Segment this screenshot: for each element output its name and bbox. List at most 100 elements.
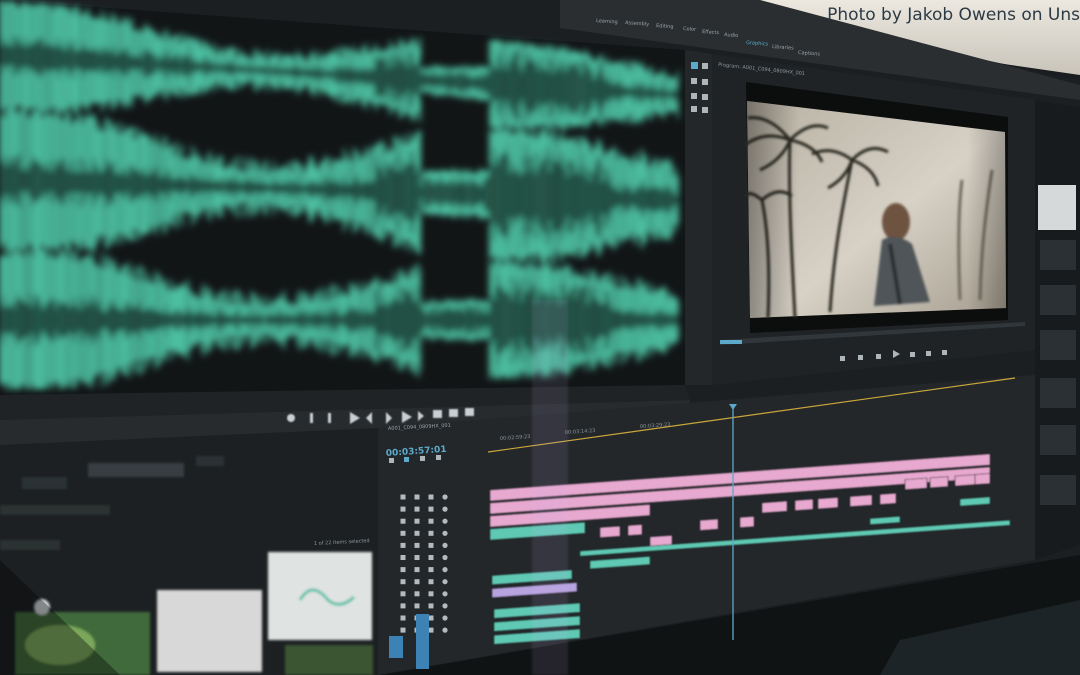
track-lock-icon[interactable] bbox=[400, 579, 406, 585]
track-lock-icon[interactable] bbox=[400, 627, 406, 633]
marker-icon[interactable] bbox=[287, 414, 295, 422]
track-sync-icon[interactable] bbox=[414, 603, 420, 609]
ripple-edit-icon[interactable] bbox=[691, 78, 697, 84]
mark-out-icon[interactable] bbox=[328, 413, 331, 423]
workspace-tab-label[interactable]: Audio bbox=[724, 32, 739, 39]
track-sync-icon[interactable] bbox=[414, 591, 420, 597]
bin-search-field[interactable] bbox=[0, 505, 110, 515]
track-output-icon[interactable] bbox=[428, 555, 434, 560]
track-mute-icon[interactable] bbox=[442, 494, 448, 500]
program-control-icon[interactable] bbox=[926, 351, 931, 356]
add-marker-icon[interactable] bbox=[420, 456, 425, 461]
track-sync-icon[interactable] bbox=[414, 567, 420, 573]
settings-icon[interactable] bbox=[436, 455, 441, 460]
track-mute-icon[interactable] bbox=[442, 627, 448, 633]
video-clip[interactable] bbox=[817, 497, 839, 510]
video-clip[interactable] bbox=[794, 498, 814, 511]
track-output-icon[interactable] bbox=[428, 542, 434, 548]
video-clip[interactable] bbox=[974, 473, 991, 485]
video-clip[interactable] bbox=[739, 516, 755, 528]
video-clip[interactable] bbox=[879, 492, 897, 505]
track-lock-icon[interactable] bbox=[400, 591, 406, 597]
panel-thumbnail[interactable] bbox=[1038, 185, 1076, 230]
panel-button[interactable] bbox=[1040, 240, 1076, 270]
track-output-icon[interactable] bbox=[428, 530, 434, 536]
razor-icon[interactable] bbox=[702, 79, 708, 85]
track-output-icon[interactable] bbox=[428, 506, 434, 512]
track-output-icon[interactable] bbox=[428, 494, 434, 500]
bin-tab[interactable] bbox=[22, 477, 67, 489]
video-clip[interactable] bbox=[699, 518, 719, 531]
track-output-icon[interactable] bbox=[428, 615, 434, 621]
pen-icon[interactable] bbox=[702, 94, 708, 100]
program-control-icon[interactable] bbox=[942, 350, 947, 355]
selection-tool-icon[interactable] bbox=[691, 62, 698, 69]
workspace-tab-label[interactable]: Color bbox=[683, 26, 697, 33]
track-mute-icon[interactable] bbox=[442, 530, 448, 536]
track-output-icon[interactable] bbox=[428, 567, 434, 573]
mark-in-icon[interactable] bbox=[310, 413, 313, 423]
track-output-icon[interactable] bbox=[428, 579, 434, 585]
clip-thumbnail[interactable] bbox=[157, 590, 262, 672]
track-sync-icon[interactable] bbox=[414, 506, 420, 512]
track-sync-icon[interactable] bbox=[414, 579, 420, 585]
panel-button[interactable] bbox=[1040, 330, 1076, 360]
overwrite-icon[interactable] bbox=[449, 409, 458, 417]
track-output-icon[interactable] bbox=[428, 518, 434, 524]
track-select-icon[interactable] bbox=[702, 63, 708, 69]
track-mute-icon[interactable] bbox=[442, 615, 448, 621]
track-lock-icon[interactable] bbox=[400, 555, 406, 560]
bin-tab-active[interactable] bbox=[88, 463, 184, 477]
program-control-icon[interactable] bbox=[910, 352, 915, 357]
track-lock-icon[interactable] bbox=[400, 530, 406, 536]
track-sync-icon[interactable] bbox=[414, 530, 420, 536]
track-mute-icon[interactable] bbox=[442, 506, 448, 512]
track-mute-icon[interactable] bbox=[442, 603, 448, 609]
track-mute-icon[interactable] bbox=[442, 542, 448, 549]
video-clip[interactable] bbox=[904, 477, 928, 490]
workspace-tab-label[interactable]: Editing bbox=[656, 23, 674, 30]
track-lock-icon[interactable] bbox=[400, 615, 406, 621]
program-control-icon[interactable] bbox=[876, 354, 881, 359]
track-mute-icon[interactable] bbox=[442, 567, 448, 573]
program-control-icon[interactable] bbox=[858, 355, 863, 360]
panel-button[interactable] bbox=[1040, 425, 1076, 455]
clip-thumbnail[interactable] bbox=[268, 552, 372, 640]
type-icon[interactable] bbox=[702, 107, 708, 113]
track-lock-icon[interactable] bbox=[400, 506, 406, 512]
linked-selection-icon[interactable] bbox=[404, 457, 409, 462]
track-sync-icon[interactable] bbox=[414, 494, 420, 500]
insert-icon[interactable] bbox=[433, 410, 442, 418]
panel-button[interactable] bbox=[1040, 285, 1076, 315]
video-clip[interactable] bbox=[599, 525, 621, 538]
hand-icon[interactable] bbox=[691, 106, 697, 112]
track-lock-icon[interactable] bbox=[400, 603, 406, 609]
video-clip[interactable] bbox=[761, 500, 788, 514]
video-clip[interactable] bbox=[929, 476, 949, 489]
track-target-button[interactable] bbox=[416, 614, 429, 669]
track-output-icon[interactable] bbox=[428, 627, 434, 633]
track-lock-icon[interactable] bbox=[400, 494, 406, 500]
program-playhead-marker[interactable] bbox=[720, 340, 742, 344]
track-sync-icon[interactable] bbox=[414, 518, 420, 524]
panel-button[interactable] bbox=[1040, 475, 1076, 505]
video-clip[interactable] bbox=[627, 524, 643, 536]
track-lock-icon[interactable] bbox=[400, 567, 406, 573]
track-lock-icon[interactable] bbox=[400, 518, 406, 524]
track-sync-icon[interactable] bbox=[414, 542, 420, 548]
clip-thumbnail[interactable] bbox=[285, 645, 373, 675]
track-output-icon[interactable] bbox=[428, 603, 434, 609]
track-mute-icon[interactable] bbox=[442, 591, 448, 597]
bin-tab[interactable] bbox=[196, 456, 224, 466]
track-mute-icon[interactable] bbox=[442, 579, 448, 585]
panel-button[interactable] bbox=[1040, 378, 1076, 408]
track-lock-icon[interactable] bbox=[400, 542, 406, 548]
program-control-icon[interactable] bbox=[840, 356, 845, 361]
workspace-tab-label[interactable]: Effects bbox=[702, 29, 720, 36]
track-target-button[interactable] bbox=[389, 636, 403, 658]
export-frame-icon[interactable] bbox=[465, 408, 474, 416]
track-mute-icon[interactable] bbox=[442, 518, 448, 524]
snap-icon[interactable] bbox=[389, 458, 394, 463]
video-clip[interactable] bbox=[849, 494, 873, 507]
track-mute-icon[interactable] bbox=[442, 554, 448, 561]
